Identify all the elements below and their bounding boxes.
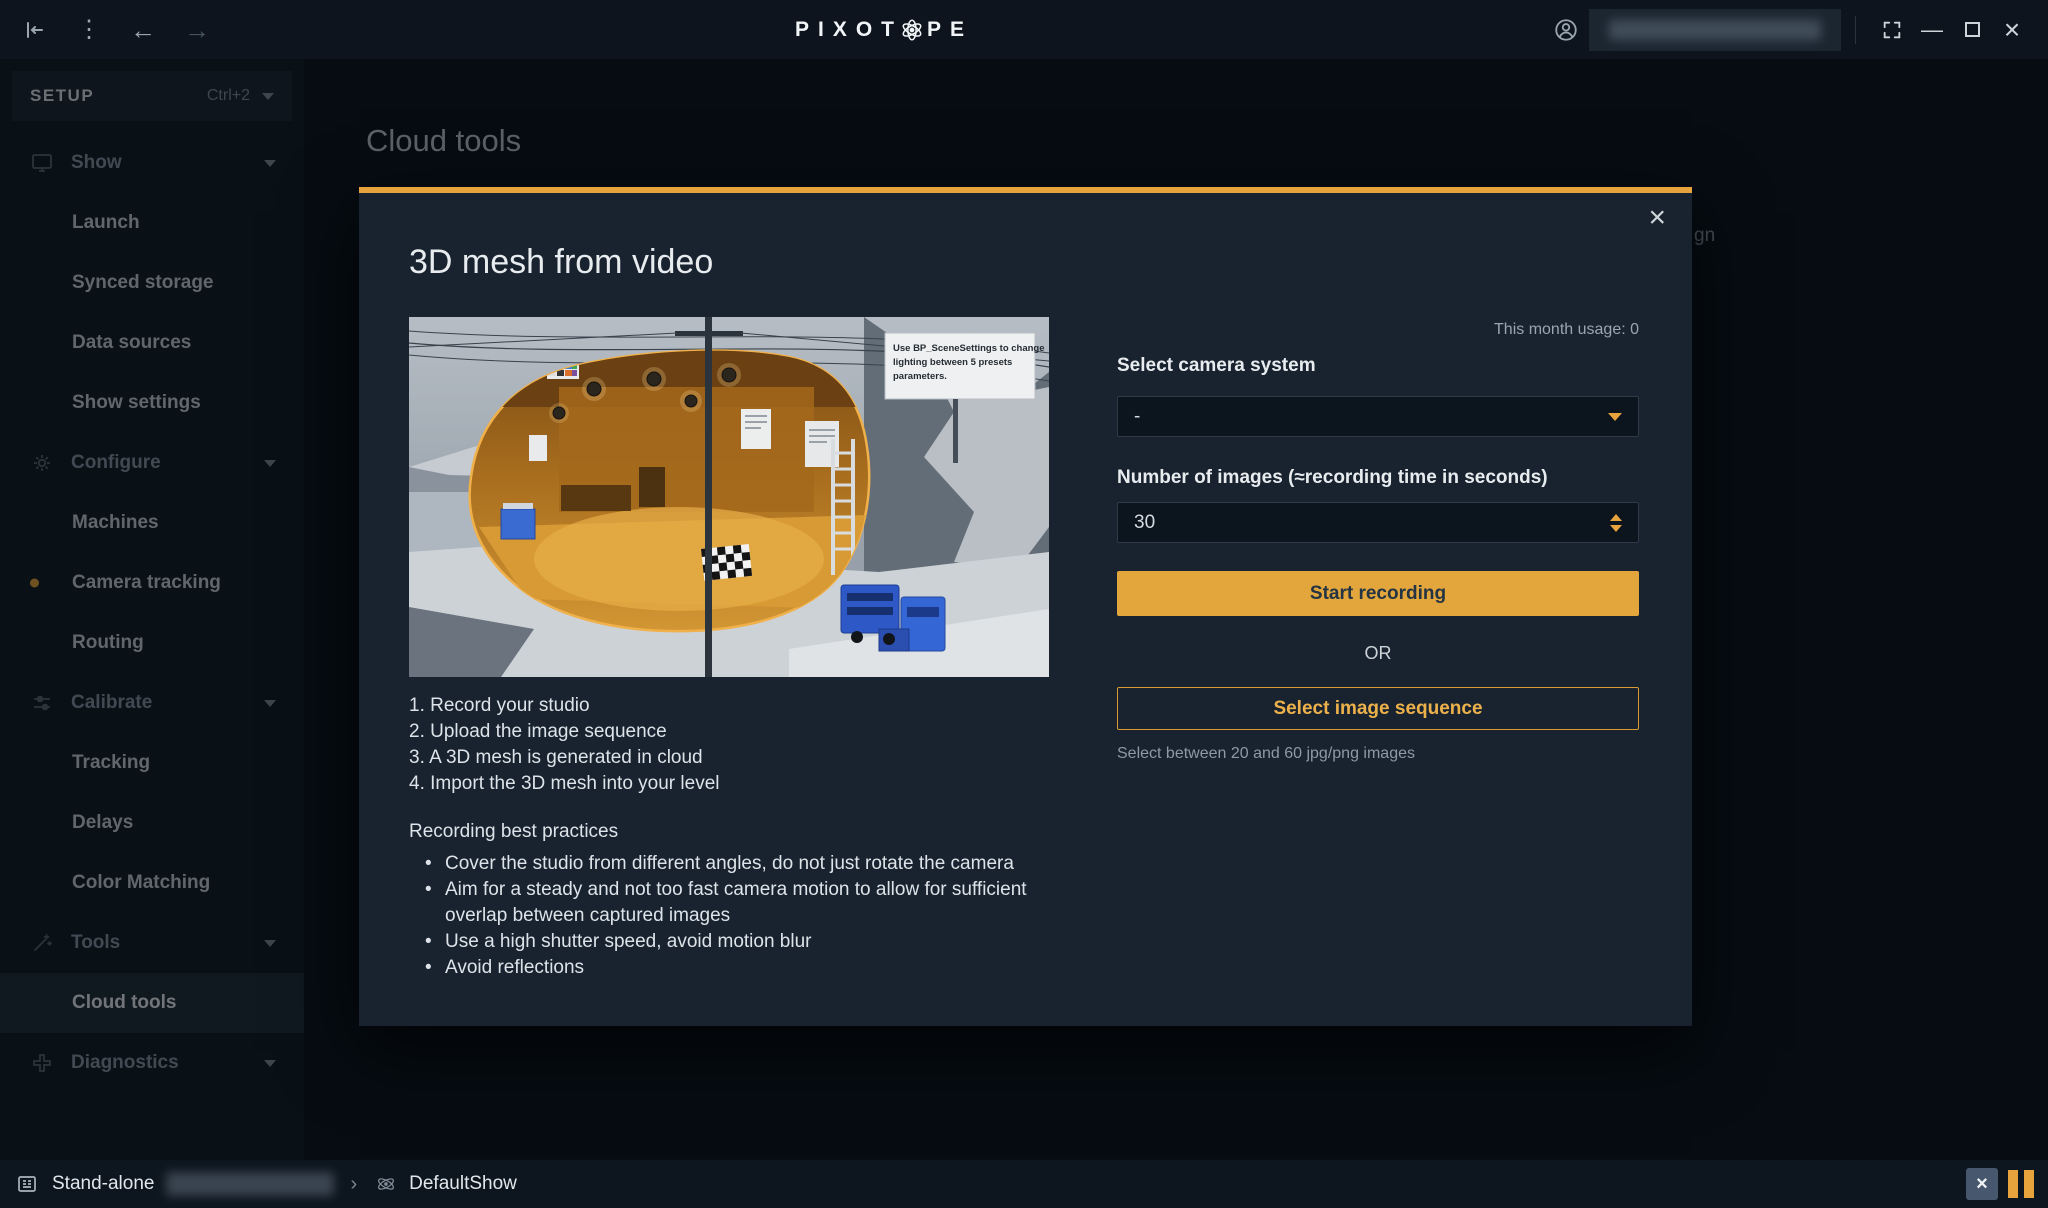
bullet-marker: • xyxy=(425,877,445,929)
sign-text-line: parameters. xyxy=(893,371,947,382)
number-of-images-input[interactable]: 30 xyxy=(1117,502,1639,543)
start-recording-button[interactable]: Start recording xyxy=(1117,571,1639,616)
workflow-steps: 1. Record your studio 2. Upload the imag… xyxy=(409,693,719,797)
forward-arrow-icon[interactable]: → xyxy=(184,17,210,43)
sign-text-line: Use BP_SceneSettings to change xyxy=(893,343,1045,354)
workflow-step: 2. Upload the image sequence xyxy=(409,719,719,745)
best-practice-text: Aim for a steady and not too fast camera… xyxy=(445,877,1033,929)
best-practice-text: Cover the studio from different angles, … xyxy=(445,851,1014,877)
pixotope-logo: PIXOT PE xyxy=(795,17,973,43)
minimize-button[interactable]: — xyxy=(1912,10,1952,50)
select-image-sequence-button[interactable]: Select image sequence xyxy=(1117,687,1639,730)
status-bar: Stand-alone › DefaultShow × xyxy=(0,1160,2048,1208)
logo-text-suffix: PE xyxy=(927,18,973,42)
breadcrumb-separator: › xyxy=(350,1173,357,1196)
maximize-button[interactable] xyxy=(1952,10,1992,50)
number-of-images-label: Number of images (≈recording time in sec… xyxy=(1117,467,1548,489)
show-name-label[interactable]: DefaultShow xyxy=(409,1173,517,1195)
dialog-title: 3D mesh from video xyxy=(409,243,713,282)
workflow-step: 1. Record your studio xyxy=(409,693,719,719)
mode-label: Stand-alone xyxy=(52,1173,154,1195)
machine-icon xyxy=(14,1171,40,1197)
image-count-hint: Select between 20 and 60 jpg/png images xyxy=(1117,745,1415,763)
pause-icon[interactable] xyxy=(2008,1170,2034,1198)
close-show-icon[interactable]: × xyxy=(1966,1168,1998,1200)
atom-icon xyxy=(899,17,925,43)
usage-counter: This month usage: 0 xyxy=(1494,321,1639,339)
best-practice-text: Avoid reflections xyxy=(445,955,584,981)
bullet-marker: • xyxy=(425,851,445,877)
sign-text-line: lighting between 5 presets xyxy=(893,357,1012,368)
user-email-panel[interactable] xyxy=(1589,9,1841,51)
mesh-from-video-dialog: × 3D mesh from video xyxy=(359,187,1692,1026)
best-practice-item: •Aim for a steady and not too fast camer… xyxy=(409,877,1033,929)
blurred-user-email xyxy=(1609,20,1821,40)
blurred-machine-name xyxy=(166,1172,334,1196)
best-practice-item: •Avoid reflections xyxy=(409,955,1033,981)
kebab-menu-icon[interactable]: ⋮ xyxy=(76,17,102,43)
close-icon[interactable]: × xyxy=(1648,201,1666,235)
logo-text-prefix: PIXOT xyxy=(795,18,903,42)
close-window-button[interactable]: × xyxy=(1992,10,2032,50)
camera-system-dropdown[interactable]: - xyxy=(1117,396,1639,437)
workflow-step: 3. A 3D mesh is generated in cloud xyxy=(409,745,719,771)
best-practice-text: Use a high shutter speed, avoid motion b… xyxy=(445,929,812,955)
best-practices-list: •Cover the studio from different angles,… xyxy=(409,851,1033,981)
number-stepper[interactable] xyxy=(1610,514,1622,532)
workflow-step: 4. Import the 3D mesh into your level xyxy=(409,771,719,797)
user-account-icon[interactable] xyxy=(1553,17,1579,43)
camera-system-value: - xyxy=(1134,406,1140,428)
best-practice-item: •Use a high shutter speed, avoid motion … xyxy=(409,929,1033,955)
bullet-marker: • xyxy=(425,955,445,981)
collapse-sidebar-icon[interactable] xyxy=(22,17,48,43)
topbar-divider xyxy=(1855,16,1856,44)
studio-scan-image: Use BP_SceneSettings to change lighting … xyxy=(409,317,1049,677)
recording-controls: This month usage: 0 Select camera system… xyxy=(1117,193,1639,1026)
back-arrow-icon[interactable]: ← xyxy=(130,17,156,43)
chevron-down-icon xyxy=(1608,413,1622,421)
atom-icon xyxy=(373,1171,399,1197)
or-divider: OR xyxy=(1117,643,1639,664)
stepper-down-icon[interactable] xyxy=(1610,525,1622,532)
stepper-up-icon[interactable] xyxy=(1610,514,1622,521)
camera-system-label: Select camera system xyxy=(1117,355,1316,377)
best-practice-item: •Cover the studio from different angles,… xyxy=(409,851,1033,877)
fit-window-icon[interactable] xyxy=(1872,10,1912,50)
best-practices-title: Recording best practices xyxy=(409,821,618,843)
bullet-marker: • xyxy=(425,929,445,955)
top-bar: ⋮ ← → PIXOT PE — × xyxy=(0,0,2048,59)
number-of-images-value: 30 xyxy=(1134,512,1155,534)
